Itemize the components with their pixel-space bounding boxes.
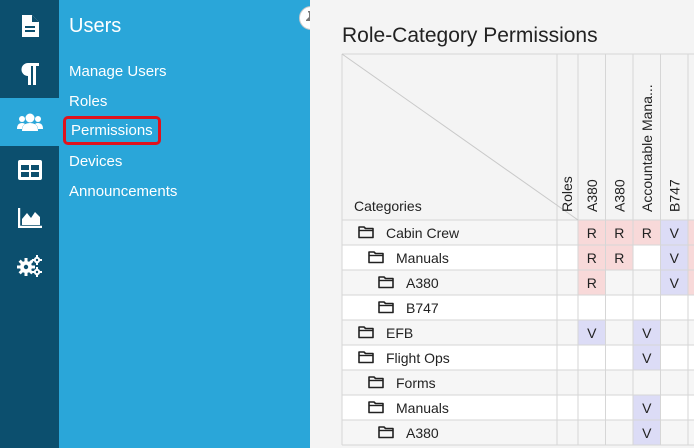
column-header: Accountable Mana... [639, 84, 655, 212]
permission-cell[interactable] [688, 270, 694, 295]
rail-item-paragraph[interactable] [0, 50, 59, 98]
permission-value: R [642, 225, 652, 241]
users-icon [16, 113, 43, 131]
permission-value: R [587, 275, 597, 291]
subnav-title: Users [69, 15, 122, 37]
rail-item-tables[interactable] [0, 146, 59, 194]
permission-cell[interactable] [605, 320, 634, 345]
permission-value: V [670, 225, 680, 241]
permission-value: R [587, 250, 597, 266]
document-icon [21, 15, 39, 37]
icon-rail [0, 0, 59, 448]
permission-cell[interactable] [660, 395, 689, 420]
permission-cell[interactable] [605, 370, 634, 395]
subnav-item-announcements[interactable]: Announcements [69, 183, 177, 200]
permission-value: R [614, 250, 624, 266]
category-name: Flight Ops [386, 350, 450, 366]
subnav-item-permissions[interactable]: Permissions [63, 116, 161, 145]
permission-cell[interactable] [578, 395, 606, 420]
paragraph-icon [21, 63, 39, 85]
column-header: A380 [611, 179, 627, 212]
permission-value: R [614, 225, 624, 241]
category-name: Forms [396, 375, 436, 391]
permission-cell[interactable] [660, 420, 689, 445]
permission-cell[interactable] [688, 420, 694, 445]
subnav-item-manage-users[interactable]: Manage Users [69, 63, 167, 80]
permission-cell[interactable] [605, 295, 634, 320]
permission-cell[interactable] [633, 295, 661, 320]
permission-cell[interactable] [578, 420, 606, 445]
permission-cell[interactable] [688, 345, 694, 370]
category-name: A380 [406, 275, 439, 291]
category-name: B747 [406, 300, 439, 316]
permission-cell[interactable] [688, 395, 694, 420]
permission-cell[interactable] [633, 270, 661, 295]
categories-label: Categories [354, 198, 422, 214]
permission-cell[interactable] [660, 320, 689, 345]
permission-value: R [587, 225, 597, 241]
permission-cell[interactable] [688, 220, 694, 245]
permission-cell[interactable] [605, 395, 634, 420]
permission-cell[interactable] [605, 270, 634, 295]
column-header: A380 [584, 179, 600, 212]
permission-value: V [642, 400, 652, 416]
gears-icon [16, 255, 42, 277]
permissions-grid: RRRVRRRVRRVRVVVVVCategoriesRolesA380A380… [341, 53, 694, 446]
rail-item-users[interactable] [0, 98, 59, 146]
users-subnav: Users Manage Users Roles Permissions Dev… [59, 0, 310, 448]
category-name: A380 [406, 425, 439, 441]
permission-cell[interactable] [633, 245, 661, 270]
permission-value: V [670, 250, 680, 266]
permission-cell[interactable] [578, 370, 606, 395]
permission-value: V [642, 425, 652, 441]
permission-cell[interactable] [605, 420, 634, 445]
permission-cell[interactable] [633, 370, 661, 395]
permission-cell[interactable] [660, 345, 689, 370]
permission-value: V [670, 275, 680, 291]
permission-cell[interactable] [688, 320, 694, 345]
category-name: Manuals [396, 250, 449, 266]
permission-value: V [642, 325, 652, 341]
subnav-item-devices[interactable]: Devices [69, 153, 122, 170]
permission-cell[interactable] [688, 295, 694, 320]
permission-cell[interactable] [688, 370, 694, 395]
permission-value: V [642, 350, 652, 366]
rail-item-documents[interactable] [0, 2, 59, 50]
permission-cell[interactable] [578, 345, 606, 370]
permission-cell[interactable] [660, 295, 689, 320]
area-chart-icon [17, 208, 42, 228]
category-name: Cabin Crew [386, 225, 460, 241]
rail-item-settings[interactable] [0, 242, 59, 290]
permission-cell[interactable] [578, 295, 606, 320]
column-header: B747 [666, 179, 682, 212]
table-icon [17, 160, 42, 180]
permission-cell[interactable] [688, 245, 694, 270]
subnav-item-roles[interactable]: Roles [69, 93, 107, 110]
category-name: Manuals [396, 400, 449, 416]
main-content: Role-Category Permissions RRRVRRRVRRVRVV… [310, 0, 694, 448]
permission-cell[interactable] [605, 345, 634, 370]
roles-label: Roles [559, 176, 575, 212]
category-name: EFB [386, 325, 413, 341]
permission-cell[interactable] [660, 370, 689, 395]
rail-item-analytics[interactable] [0, 194, 59, 242]
permission-value: V [587, 325, 597, 341]
